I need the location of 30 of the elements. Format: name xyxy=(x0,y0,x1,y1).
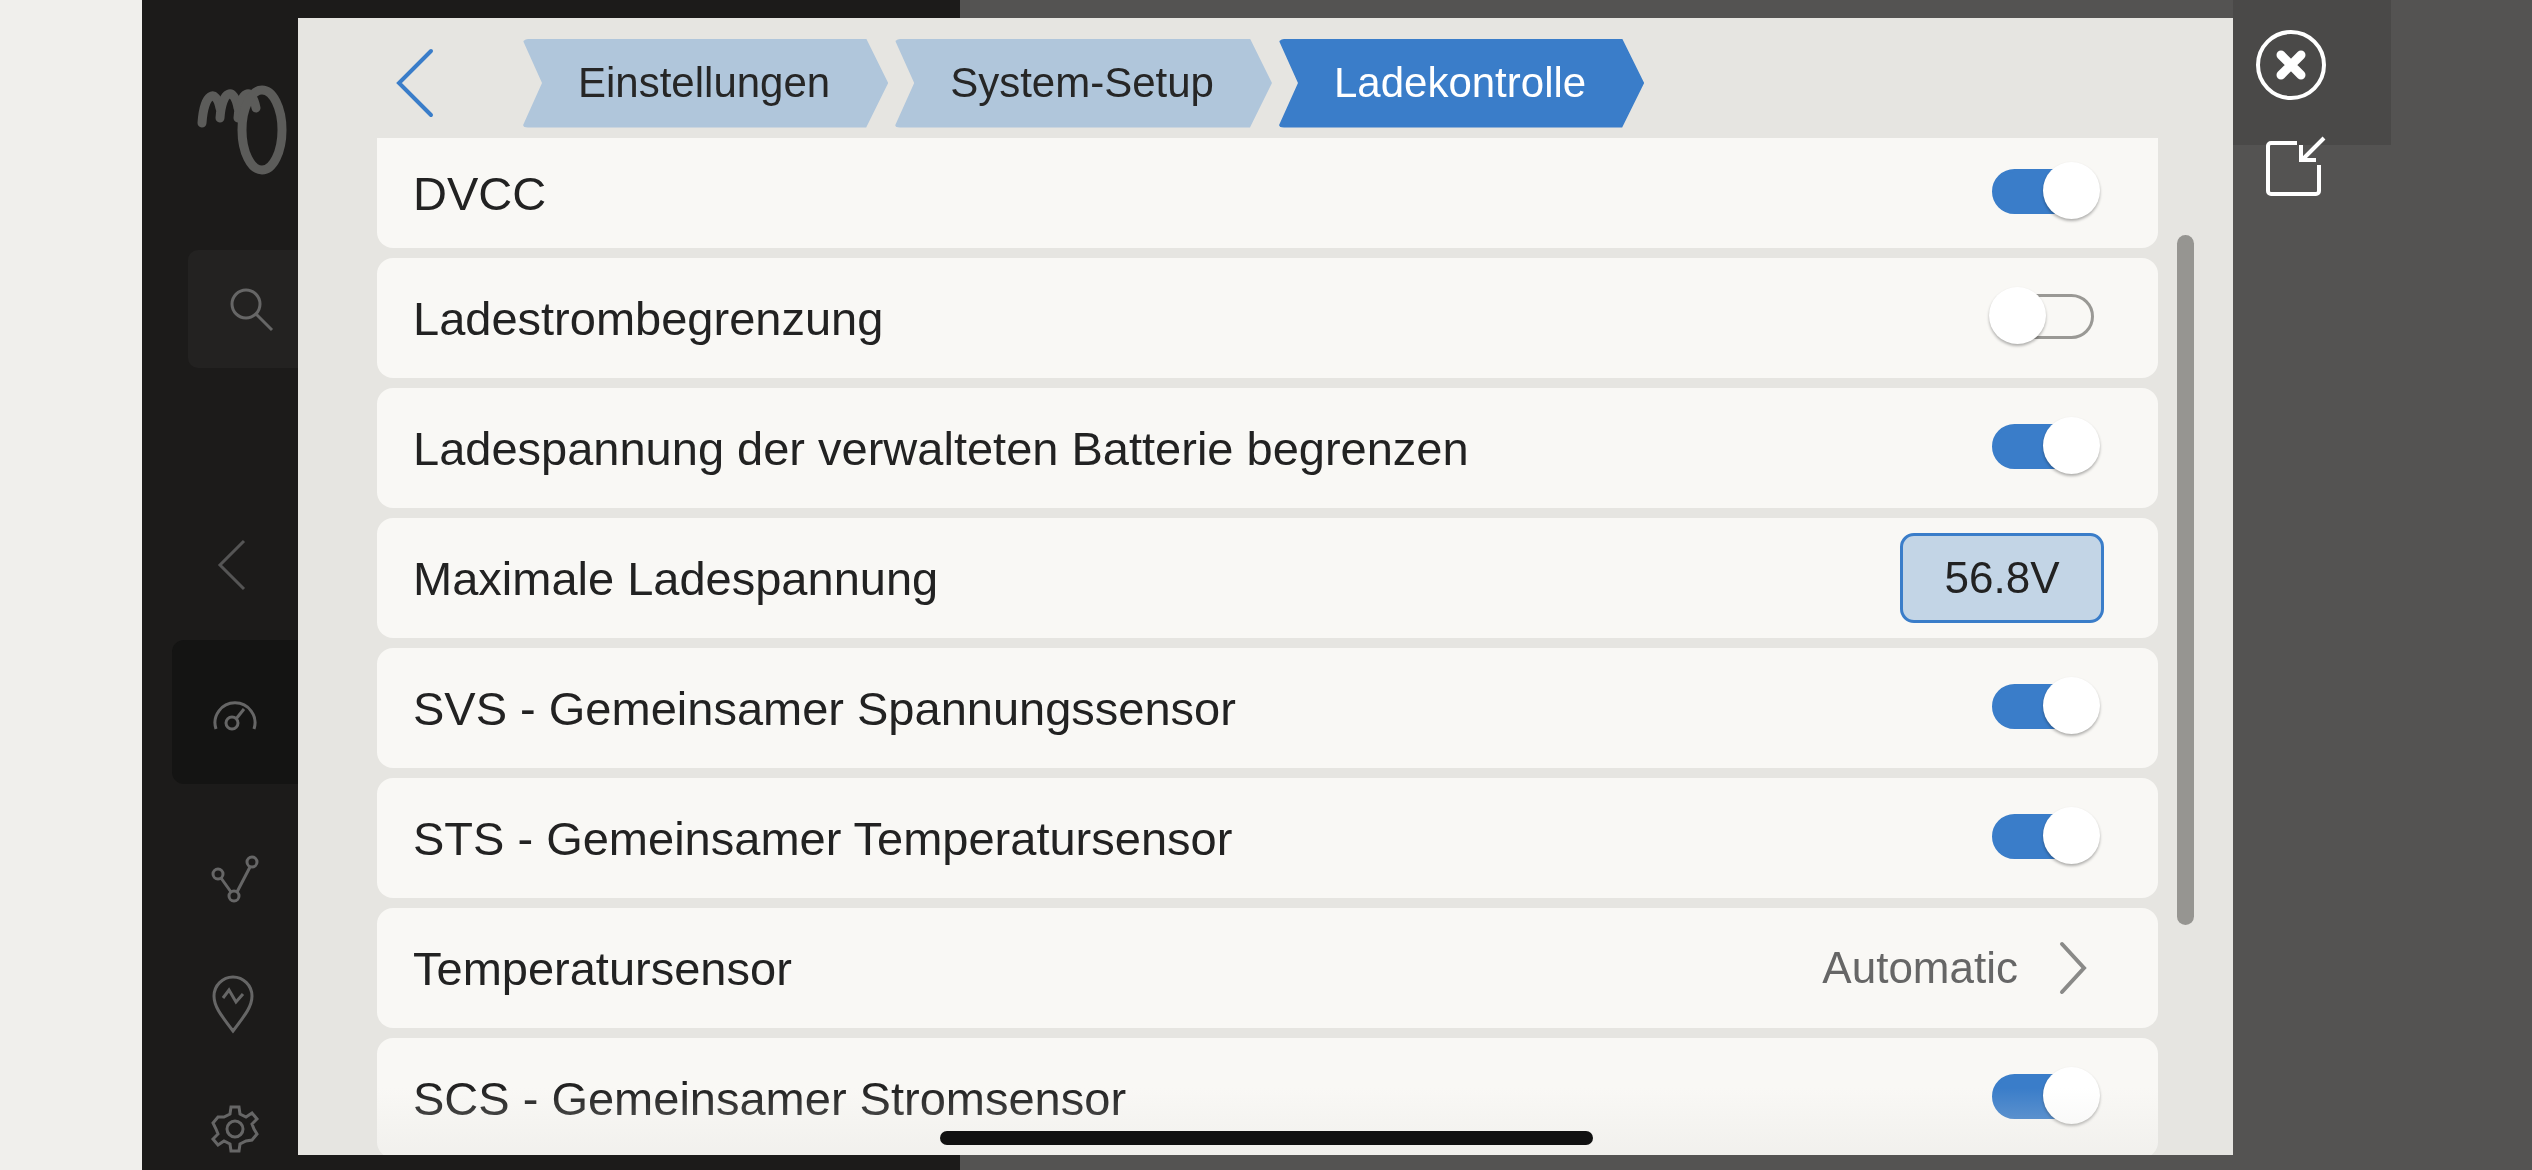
setting-label: DVCC xyxy=(413,165,548,221)
setting-label: SVS - Gemeinsamer Spannungssensor xyxy=(413,680,1237,736)
setting-label: STS - Gemeinsamer Temperatursensor xyxy=(413,810,1234,866)
close-icon[interactable] xyxy=(2255,29,2327,101)
breadcrumb-tab[interactable]: Einstellungen xyxy=(522,38,889,128)
setting-label: SCS - Gemeinsamer Stromsensor xyxy=(413,1070,1128,1126)
back-icon[interactable] xyxy=(395,48,435,118)
setting-row[interactable]: STS - Gemeinsamer Temperatursensor xyxy=(377,778,2158,898)
setting-label: Maximale Ladespannung xyxy=(413,550,940,606)
setting-label: Ladestrombegrenzung xyxy=(413,290,885,346)
location-pin-icon[interactable] xyxy=(210,974,256,1034)
setting-label: Ladespannung der verwalteten Batterie begrenzen xyxy=(413,420,1470,476)
gear-icon[interactable] xyxy=(210,1104,260,1154)
setting-row[interactable]: SVS - Gemeinsamer Spannungssensor xyxy=(377,648,2158,768)
setting-row[interactable]: Ladestrombegrenzung xyxy=(377,258,2158,378)
back-icon[interactable] xyxy=(216,538,248,592)
value-field[interactable]: 56.8V xyxy=(1900,533,2104,623)
setting-row[interactable]: SCS - Gemeinsamer Stromsensor xyxy=(377,1038,2158,1155)
chevron-right-icon xyxy=(2058,940,2088,996)
nodes-icon[interactable] xyxy=(210,854,260,904)
breadcrumb-tab[interactable]: System-Setup xyxy=(894,38,1272,128)
setting-row[interactable]: Temperatursensor Automatic xyxy=(377,908,2158,1028)
scrollbar[interactable] xyxy=(2177,235,2194,925)
setting-value: Automatic xyxy=(1822,943,2018,993)
breadcrumb-tab[interactable]: Ladekontrolle xyxy=(1277,38,1645,128)
setting-row[interactable]: Ladespannung der verwalteten Batterie begrenzen xyxy=(377,388,2158,508)
setting-row[interactable]: DVCC xyxy=(377,138,2158,248)
collapse-window-icon[interactable] xyxy=(2265,135,2327,197)
setting-row[interactable]: Maximale Ladespannung 56.8V xyxy=(377,518,2158,638)
setting-label: Temperatursensor xyxy=(413,940,793,996)
